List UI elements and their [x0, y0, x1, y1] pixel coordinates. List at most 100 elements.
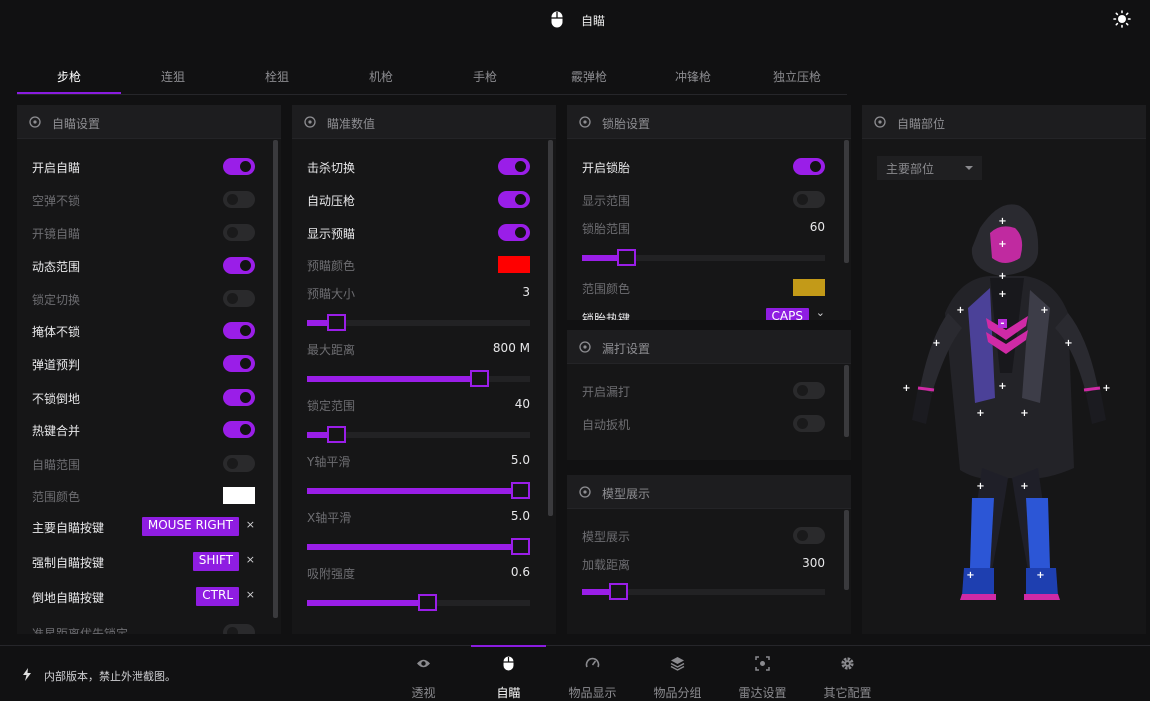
tab-shotgun[interactable]: 霰弹枪 — [537, 68, 641, 85]
clear-key-button[interactable]: × — [246, 588, 255, 601]
key-binding-button[interactable]: CAPS — [765, 308, 809, 320]
scrollbar[interactable] — [844, 365, 849, 437]
load-distance-slider[interactable] — [582, 583, 825, 600]
toggle-switch[interactable] — [223, 224, 255, 241]
toggle-switch[interactable] — [223, 290, 255, 307]
upper-body-hitpoint[interactable]: - — [998, 319, 1007, 329]
face-hitpoint[interactable]: + — [998, 240, 1007, 250]
nav-radar[interactable]: 雷达设置 — [725, 646, 800, 701]
lock-tire-range-slider[interactable] — [582, 249, 825, 266]
setting-kill-switch: 击杀切换 — [307, 157, 530, 177]
gear-icon — [841, 657, 854, 670]
nav-esp[interactable]: 透视 — [386, 646, 461, 701]
body-part-dropdown[interactable]: 主要部位 — [877, 156, 982, 180]
max-distance-slider[interactable] — [307, 370, 530, 387]
lightning-icon — [23, 668, 31, 681]
left-hand-hitpoint[interactable]: + — [902, 384, 911, 394]
slider-handle[interactable] — [511, 538, 530, 555]
toggle-switch[interactable] — [223, 455, 255, 472]
left-hip-hitpoint[interactable]: + — [976, 409, 985, 419]
tab-dmr[interactable]: 连狙 — [121, 68, 225, 85]
page-title: 自瞄 — [581, 14, 606, 28]
toggle-switch[interactable] — [223, 158, 255, 175]
key-binding-button[interactable]: MOUSE RIGHT — [141, 517, 239, 536]
toggle-switch[interactable] — [223, 624, 255, 634]
tab-machine-gun[interactable]: 机枪 — [329, 68, 433, 85]
active-nav-indicator — [471, 645, 546, 647]
toggle-switch[interactable] — [793, 382, 825, 399]
right-foot-hitpoint[interactable]: + — [1036, 571, 1045, 581]
toggle-switch[interactable] — [793, 415, 825, 432]
toggle-switch[interactable] — [223, 355, 255, 372]
left-foot-hitpoint[interactable]: + — [966, 571, 975, 581]
scrollbar[interactable] — [548, 140, 553, 516]
head-hitpoint[interactable]: + — [998, 217, 1007, 227]
slider-handle[interactable] — [469, 370, 489, 387]
toggle-switch[interactable] — [793, 158, 825, 175]
setting-pre-aim-size: 预瞄大小 3 — [307, 285, 530, 301]
scrollbar[interactable] — [844, 510, 849, 590]
toggle-switch[interactable] — [223, 191, 255, 208]
chest-hitpoint[interactable]: + — [998, 290, 1007, 300]
setting-load-distance: 加载距离 300 — [582, 556, 825, 572]
left-shoulder-hitpoint[interactable]: + — [956, 306, 965, 316]
tab-recoil[interactable]: 独立压枪 — [745, 68, 849, 85]
scrollbar[interactable] — [273, 140, 278, 618]
toggle-switch[interactable] — [223, 389, 255, 406]
color-swatch[interactable] — [223, 487, 255, 504]
aim-parts-header: 自瞄部位 — [862, 105, 1146, 139]
slider-handle[interactable] — [326, 314, 346, 331]
lock-range-slider[interactable] — [307, 426, 530, 443]
y-smooth-slider[interactable] — [307, 482, 530, 499]
nav-other-config[interactable]: 其它配置 — [810, 646, 885, 701]
stomach-hitpoint[interactable]: + — [998, 382, 1007, 392]
slider-handle[interactable] — [609, 583, 629, 600]
toggle-switch[interactable] — [223, 257, 255, 274]
slider-handle[interactable] — [511, 482, 530, 499]
color-swatch[interactable] — [793, 279, 825, 296]
tab-pistol[interactable]: 手枪 — [433, 68, 537, 85]
key-binding-button[interactable]: CTRL — [196, 587, 239, 606]
slider-handle[interactable] — [326, 426, 346, 443]
toggle-switch[interactable] — [793, 527, 825, 544]
right-knee-hitpoint[interactable]: + — [1020, 482, 1029, 492]
left-knee-hitpoint[interactable]: + — [976, 482, 985, 492]
panel-title: 自瞄部位 — [897, 117, 946, 131]
tab-bolt-sniper[interactable]: 栓狙 — [225, 68, 329, 85]
snap-strength-slider[interactable] — [307, 594, 530, 611]
tab-rifle[interactable]: 步枪 — [17, 68, 121, 85]
nav-aimbot[interactable]: 自瞄 — [471, 645, 546, 701]
toggle-switch[interactable] — [498, 224, 530, 241]
color-swatch[interactable] — [498, 256, 530, 273]
setting-empty-no-lock: 空弹不锁 — [32, 190, 255, 210]
crosshair-icon — [579, 116, 591, 128]
right-hand-hitpoint[interactable]: + — [1102, 384, 1111, 394]
sun-icon[interactable] — [1113, 10, 1131, 28]
toggle-switch[interactable] — [793, 191, 825, 208]
clear-key-button[interactable]: × — [246, 553, 255, 566]
slider-handle[interactable] — [418, 594, 438, 611]
lock-tire-panel: 锁胎设置 开启锁胎 显示范围 锁胎范围 60 范围颜色 锁胎热键 CAPS ⌄ — [567, 105, 851, 320]
right-elbow-hitpoint[interactable]: + — [1064, 339, 1073, 349]
toggle-switch[interactable] — [498, 191, 530, 208]
x-smooth-slider[interactable] — [307, 538, 530, 555]
neck-hitpoint[interactable]: + — [998, 272, 1007, 282]
setting-max-distance: 最大距离 800 M — [307, 341, 530, 357]
left-elbow-hitpoint[interactable]: + — [932, 339, 941, 349]
key-binding-button[interactable]: SHIFT — [192, 552, 239, 571]
nav-item-groups[interactable]: 物品分组 — [640, 646, 715, 701]
crosshair-icon — [29, 116, 41, 128]
chevron-down-icon[interactable]: ⌄ — [816, 306, 825, 319]
right-hip-hitpoint[interactable]: + — [1020, 409, 1029, 419]
pre-aim-size-slider[interactable] — [307, 314, 530, 331]
nav-item-display[interactable]: 物品显示 — [555, 646, 630, 701]
toggle-switch[interactable] — [223, 421, 255, 438]
slider-handle[interactable] — [616, 249, 636, 266]
scrollbar[interactable] — [844, 140, 849, 263]
tab-smg[interactable]: 冲锋枪 — [641, 68, 745, 85]
toggle-switch[interactable] — [223, 322, 255, 339]
clear-key-button[interactable]: × — [246, 518, 255, 531]
toggle-switch[interactable] — [498, 158, 530, 175]
mouse-icon — [551, 11, 563, 28]
right-shoulder-hitpoint[interactable]: + — [1040, 306, 1049, 316]
